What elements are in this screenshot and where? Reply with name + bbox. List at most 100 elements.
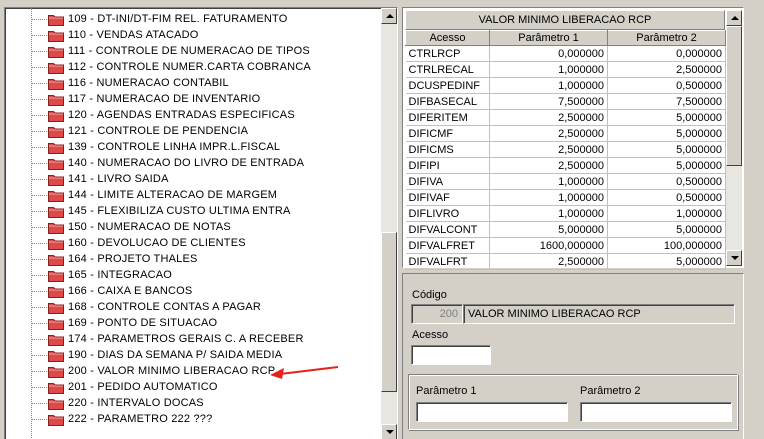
scroll-up-arrow-icon: [386, 14, 394, 18]
cell-parametro-2: 1,000000: [607, 205, 726, 222]
tree-item[interactable]: 220 - INTERVALO DOCAS: [5, 396, 381, 412]
tree-connector: [31, 99, 47, 100]
tree-vertical-scrollbar[interactable]: [381, 8, 397, 439]
column-header-parametro-1[interactable]: Parâmetro 1: [489, 30, 608, 46]
detail-panel: VALOR MINIMO LIBERACAO RCP Acesso Parâme…: [402, 7, 744, 439]
tree-item-label: 139 - CONTROLE LINHA IMPR.L.FISCAL: [68, 141, 281, 153]
table-row[interactable]: DIFERITEM 2,500000 5,000000: [405, 109, 726, 126]
tree-item[interactable]: 140 - NUMERACAO DO LIVRO DE ENTRADA: [5, 156, 381, 172]
table-row[interactable]: DIFVALFRET 1600,000000 100,000000: [405, 237, 726, 254]
tree-item[interactable]: 150 - NUMERACAO DE NOTAS: [5, 220, 381, 236]
tree-item-label: 165 - INTEGRACAO: [68, 269, 173, 281]
tree-connector: [31, 275, 47, 276]
cell-acesso: DIFVALFRET: [405, 237, 490, 254]
cell-parametro-1: 1,000000: [489, 205, 608, 222]
cell-acesso: CTRLRCP: [405, 45, 490, 62]
codigo-field: 200: [411, 304, 463, 324]
cell-parametro-1: 2,500000: [489, 157, 608, 174]
cell-parametro-1: 2,500000: [489, 141, 608, 158]
tree-connector: [31, 371, 47, 372]
tree-connector: [31, 307, 47, 308]
cell-parametro-1: 5,000000: [489, 221, 608, 238]
tree-item-label: 140 - NUMERACAO DO LIVRO DE ENTRADA: [68, 157, 305, 169]
folder-icon: [48, 351, 64, 362]
table-row[interactable]: DIFIVAF 1,000000 0,500000: [405, 189, 726, 206]
tree-item-label: 141 - LIVRO SAIDA: [68, 173, 169, 185]
folder-icon: [48, 31, 64, 42]
tree-item[interactable]: 160 - DEVOLUCAO DE CLIENTES: [5, 236, 381, 252]
tree-item[interactable]: 121 - CONTROLE DE PENDENCIA: [5, 124, 381, 140]
red-annotation-arrow-icon: [270, 366, 339, 379]
tree-item[interactable]: 164 - PROJETO THALES: [5, 252, 381, 268]
tree-item-label: 168 - CONTROLE CONTAS A PAGAR: [68, 301, 262, 313]
tree-item[interactable]: 169 - PONTO DE SITUACAO: [5, 316, 381, 332]
cell-parametro-2: 100,000000: [607, 237, 726, 254]
tree-item[interactable]: 116 - NUMERACAO CONTABIL: [5, 76, 381, 92]
cell-acesso: CTRLRECAL: [405, 61, 490, 78]
table-row[interactable]: DIFVALCONT 5,000000 5,000000: [405, 221, 726, 238]
tree-item[interactable]: 165 - INTEGRACAO: [5, 268, 381, 284]
scroll-down-arrow-icon: [731, 256, 739, 260]
parametro-1-input[interactable]: [416, 402, 568, 422]
cell-acesso: DCUSPEDINF: [405, 77, 490, 94]
tree-connector: [31, 51, 47, 52]
parametro-2-label: Parâmetro 2: [580, 385, 641, 397]
cell-parametro-2: 5,000000: [607, 253, 726, 270]
cell-parametro-2: 0,500000: [607, 77, 726, 94]
tree-item[interactable]: 110 - VENDAS ATACADO: [5, 28, 381, 44]
cell-parametro-2: 0,500000: [607, 189, 726, 206]
table-row[interactable]: DIFIPI 2,500000 5,000000: [405, 157, 726, 174]
tree-connector: [31, 35, 47, 36]
tree-item[interactable]: 222 - PARAMETRO 222 ???: [5, 412, 381, 428]
tree-item[interactable]: 144 - LIMITE ALTERACAO DE MARGEM: [5, 188, 381, 204]
table-row[interactable]: DIFIVA 1,000000 0,500000: [405, 173, 726, 190]
table-row[interactable]: DIFBASECAL 7,500000 7,500000: [405, 93, 726, 110]
tree-item[interactable]: 139 - CONTROLE LINHA IMPR.L.FISCAL: [5, 140, 381, 156]
acesso-input[interactable]: [411, 345, 491, 365]
grid-vertical-scrollbar[interactable]: [726, 10, 742, 266]
folder-icon: [48, 127, 64, 138]
cell-parametro-1: 2,500000: [489, 109, 608, 126]
tree-item-label: 110 - VENDAS ATACADO: [68, 29, 199, 41]
tree-item[interactable]: 145 - FLEXIBILIZA CUSTO ULTIMA ENTRA: [5, 204, 381, 220]
tree-connector: [31, 131, 47, 132]
folder-icon: [48, 95, 64, 106]
tree-item-label: 144 - LIMITE ALTERACAO DE MARGEM: [68, 189, 278, 201]
parameter-table[interactable]: Acesso Parâmetro 1 Parâmetro 2 CTRLRCP 0,…: [405, 30, 726, 270]
tree-connector: [31, 147, 47, 148]
tree-scroll-down-button[interactable]: [381, 424, 397, 439]
table-row[interactable]: DIFLIVRO 1,000000 1,000000: [405, 205, 726, 222]
tree-item[interactable]: 117 - NUMERACAO DE INVENTARIO: [5, 92, 381, 108]
tree-item[interactable]: 174 - PARAMETROS GERAIS C. A RECEBER: [5, 332, 381, 348]
tree-item[interactable]: 109 - DT-INI/DT-FIM REL. FATURAMENTO: [5, 12, 381, 28]
tree-item[interactable]: 168 - CONTROLE CONTAS A PAGAR: [5, 300, 381, 316]
tree-item[interactable]: 120 - AGENDAS ENTRADAS ESPECIFICAS: [5, 108, 381, 124]
grid-scroll-thumb[interactable]: [726, 26, 742, 166]
tree-connector: [31, 115, 47, 116]
parametro-2-input[interactable]: [580, 402, 732, 422]
tree-item[interactable]: 166 - CAIXA E BANCOS: [5, 284, 381, 300]
column-header-parametro-2[interactable]: Parâmetro 2: [607, 30, 726, 46]
folder-icon: [48, 207, 64, 218]
tree-item[interactable]: 112 - CONTROLE NUMER.CARTA COBRANCA: [5, 60, 381, 76]
column-header-acesso[interactable]: Acesso: [405, 30, 490, 46]
table-row[interactable]: CTRLRCP 0,000000 0,000000: [405, 45, 726, 62]
folder-icon: [48, 175, 64, 186]
table-row[interactable]: CTRLRECAL 1,000000 2,500000: [405, 61, 726, 78]
table-row[interactable]: DIFVALFRT 2,500000 5,000000: [405, 253, 726, 270]
grid-scroll-up-button[interactable]: [726, 10, 742, 26]
tree-item-label: 200 - VALOR MINIMO LIBERACAO RCP: [68, 365, 276, 377]
tree-connector: [31, 19, 47, 20]
tree-scroll-up-button[interactable]: [381, 8, 397, 24]
table-row[interactable]: DIFICMS 2,500000 5,000000: [405, 141, 726, 158]
tree-scroll-thumb[interactable]: [381, 232, 397, 392]
cell-parametro-1: 2,500000: [489, 253, 608, 270]
folder-icon: [48, 63, 64, 74]
edit-form: Código 200 VALOR MINIMO LIBERACAO RCP Ac…: [402, 273, 744, 439]
cell-parametro-2: 0,000000: [607, 45, 726, 62]
tree-item[interactable]: 141 - LIVRO SAIDA: [5, 172, 381, 188]
grid-scroll-down-button[interactable]: [726, 250, 742, 266]
tree-item[interactable]: 111 - CONTROLE DE NUMERACAO DE TIPOS: [5, 44, 381, 60]
table-row[interactable]: DIFICMF 2,500000 5,000000: [405, 125, 726, 142]
table-row[interactable]: DCUSPEDINF 1,000000 0,500000: [405, 77, 726, 94]
